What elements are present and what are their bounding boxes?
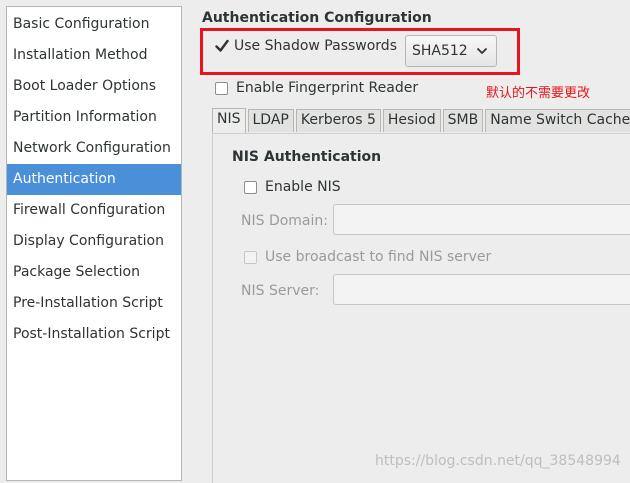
sidebar-item-installation-method[interactable]: Installation Method bbox=[7, 40, 181, 71]
sidebar-item-basic-configuration[interactable]: Basic Configuration bbox=[7, 9, 181, 40]
tab-nis[interactable]: NIS bbox=[212, 108, 246, 133]
nis-domain-label: NIS Domain: bbox=[241, 213, 328, 229]
chevron-down-icon bbox=[476, 47, 488, 55]
broadcast-label: Use broadcast to find NIS server bbox=[265, 249, 492, 265]
enable-nis-row[interactable]: Enable NIS bbox=[244, 179, 341, 195]
enable-nis-checkbox[interactable] bbox=[244, 180, 257, 194]
checkmark-icon bbox=[215, 39, 229, 52]
sidebar-item-post-installation-script[interactable]: Post-Installation Script bbox=[7, 319, 181, 350]
nis-domain-input[interactable] bbox=[333, 204, 630, 235]
tab-name-switch-cache[interactable]: Name Switch Cache bbox=[485, 109, 630, 132]
nis-server-input[interactable] bbox=[333, 274, 630, 305]
watermark: https://blog.csdn.net/qq_38548994 bbox=[375, 453, 621, 469]
sidebar-item-partition-information[interactable]: Partition Information bbox=[7, 102, 181, 133]
sidebar: Basic Configuration Installation Method … bbox=[6, 6, 182, 481]
tab-hesiod[interactable]: Hesiod bbox=[382, 109, 441, 132]
tab-ldap[interactable]: LDAP bbox=[247, 109, 294, 132]
sidebar-item-firewall-configuration[interactable]: Firewall Configuration bbox=[7, 195, 181, 226]
nis-server-label: NIS Server: bbox=[241, 283, 320, 299]
hash-algorithm-value: SHA512 bbox=[412, 43, 468, 59]
tab-kerberos-5[interactable]: Kerberos 5 bbox=[295, 109, 381, 132]
fingerprint-label: Enable Fingerprint Reader bbox=[236, 80, 419, 96]
hash-algorithm-dropdown[interactable]: SHA512 bbox=[405, 35, 497, 67]
sidebar-item-boot-loader-options[interactable]: Boot Loader Options bbox=[7, 71, 181, 102]
sidebar-item-authentication[interactable]: Authentication bbox=[7, 164, 181, 195]
sidebar-item-display-configuration[interactable]: Display Configuration bbox=[7, 226, 181, 257]
shadow-passwords-checkbox[interactable] bbox=[215, 39, 229, 53]
fingerprint-row[interactable]: Enable Fingerprint Reader bbox=[215, 80, 418, 96]
sidebar-item-network-configuration[interactable]: Network Configuration bbox=[7, 133, 181, 164]
annotation-text: 默认的不需要更改 bbox=[486, 86, 591, 101]
broadcast-checkbox[interactable] bbox=[244, 250, 257, 264]
sidebar-item-pre-installation-script[interactable]: Pre-Installation Script bbox=[7, 288, 181, 319]
sidebar-item-package-selection[interactable]: Package Selection bbox=[7, 257, 181, 288]
enable-nis-label: Enable NIS bbox=[265, 179, 341, 195]
broadcast-row: Use broadcast to find NIS server bbox=[244, 249, 491, 265]
nis-authentication-title: NIS Authentication bbox=[232, 149, 382, 165]
shadow-passwords-label: Use Shadow Passwords bbox=[234, 38, 397, 54]
page-title: Authentication Configuration bbox=[202, 10, 432, 26]
shadow-passwords-row[interactable]: Use Shadow Passwords bbox=[215, 38, 397, 54]
auth-tabs: NIS LDAP Kerberos 5 Hesiod SMB Name Swit… bbox=[212, 108, 630, 133]
fingerprint-checkbox[interactable] bbox=[215, 81, 228, 95]
tab-smb[interactable]: SMB bbox=[442, 109, 484, 132]
